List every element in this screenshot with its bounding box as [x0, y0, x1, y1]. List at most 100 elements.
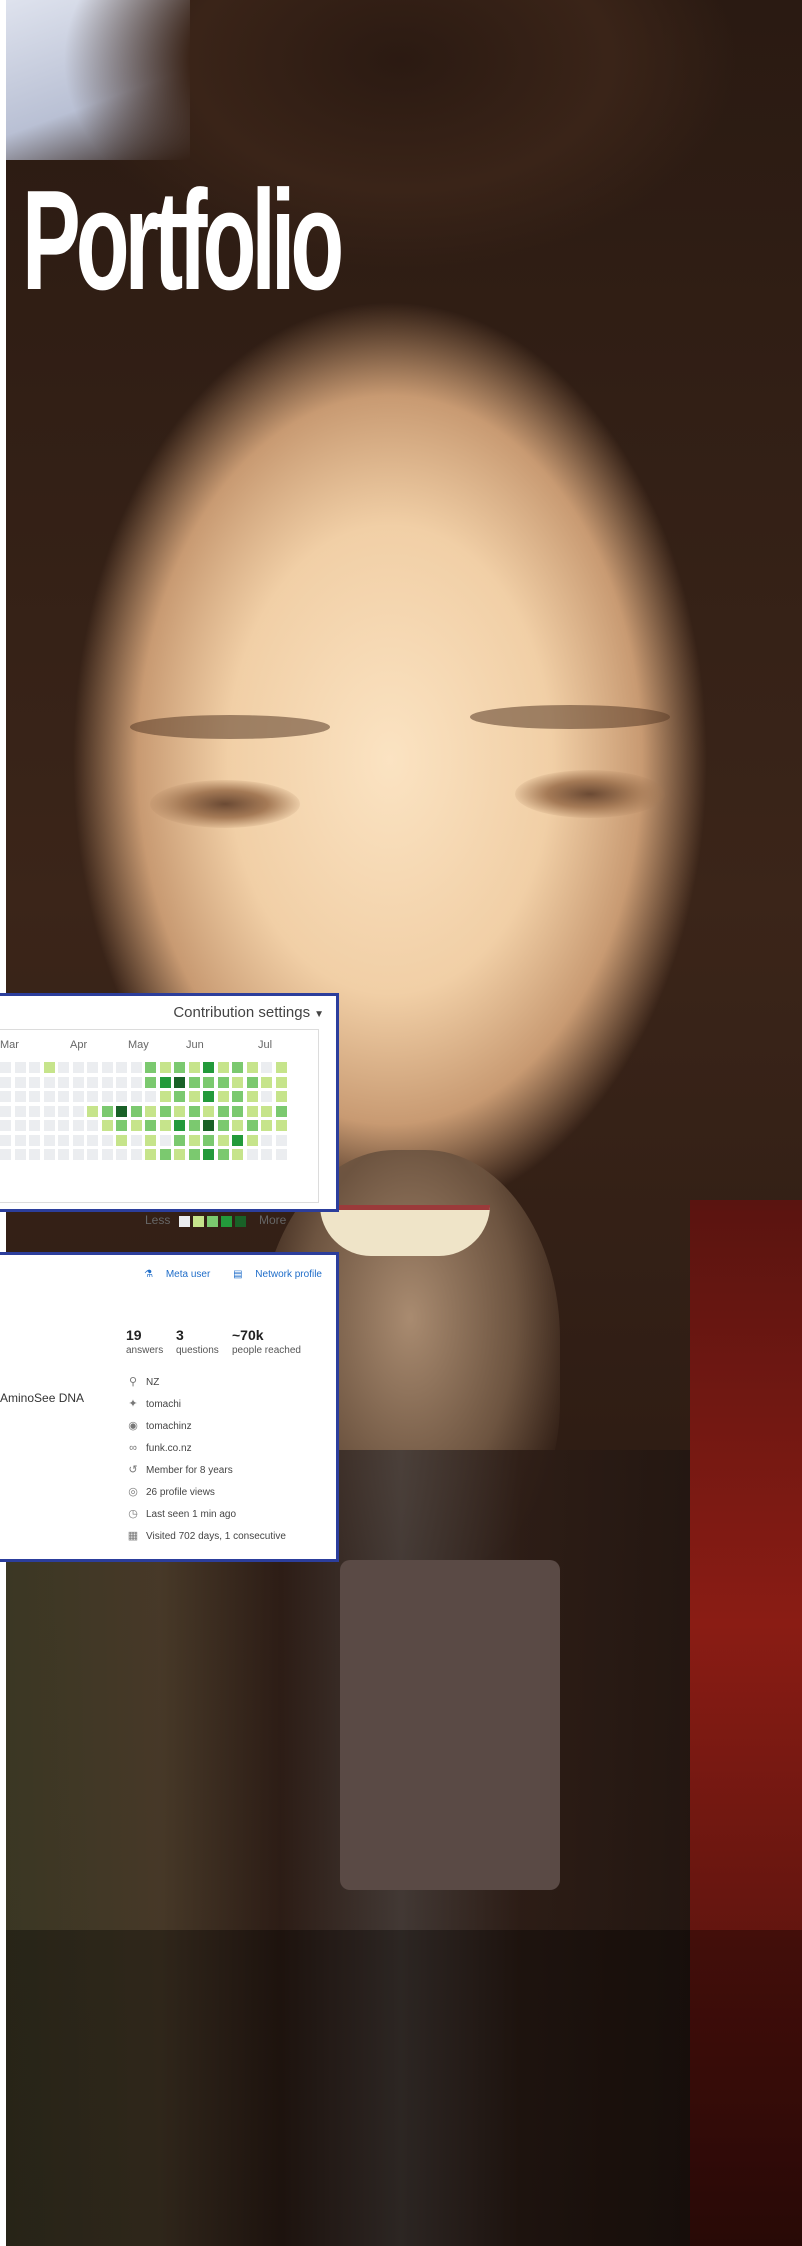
contribution-day-cell[interactable]: [29, 1091, 40, 1102]
contribution-day-cell[interactable]: [87, 1149, 98, 1160]
contribution-day-cell[interactable]: [188, 1062, 200, 1073]
contribution-day-cell[interactable]: [14, 1091, 26, 1102]
contribution-day-cell[interactable]: [0, 1091, 11, 1102]
contribution-day-cell[interactable]: [232, 1076, 243, 1088]
contribution-day-cell[interactable]: [261, 1076, 272, 1088]
contribution-day-cell[interactable]: [0, 1076, 11, 1088]
contribution-day-cell[interactable]: [174, 1062, 185, 1073]
meta-user-link[interactable]: ⚗ Meta user: [134, 1269, 210, 1280]
contribution-day-cell[interactable]: [58, 1149, 69, 1160]
contribution-day-cell[interactable]: [87, 1120, 98, 1131]
contribution-day-cell[interactable]: [246, 1105, 258, 1117]
contribution-day-cell[interactable]: [43, 1120, 55, 1131]
contribution-day-cell[interactable]: [275, 1076, 287, 1088]
detail-website[interactable]: ∞ funk.co.nz: [126, 1441, 192, 1455]
contribution-day-cell[interactable]: [275, 1149, 287, 1160]
contribution-day-cell[interactable]: [0, 1062, 11, 1073]
contribution-day-cell[interactable]: [130, 1134, 142, 1146]
contribution-day-cell[interactable]: [87, 1076, 98, 1088]
contribution-day-cell[interactable]: [145, 1091, 156, 1102]
contribution-day-cell[interactable]: [232, 1134, 243, 1146]
contribution-day-cell[interactable]: [275, 1091, 287, 1102]
contribution-day-cell[interactable]: [87, 1062, 98, 1073]
contribution-day-cell[interactable]: [72, 1134, 84, 1146]
network-profile-link[interactable]: ▤ Network profile: [223, 1269, 322, 1280]
contribution-day-cell[interactable]: [116, 1105, 127, 1117]
contribution-day-cell[interactable]: [232, 1149, 243, 1160]
contribution-day-cell[interactable]: [217, 1062, 229, 1073]
contribution-day-cell[interactable]: [116, 1091, 127, 1102]
contribution-day-cell[interactable]: [145, 1105, 156, 1117]
contribution-day-cell[interactable]: [130, 1076, 142, 1088]
contribution-day-cell[interactable]: [58, 1105, 69, 1117]
contribution-day-cell[interactable]: [246, 1134, 258, 1146]
contribution-day-cell[interactable]: [145, 1120, 156, 1131]
contribution-day-cell[interactable]: [72, 1091, 84, 1102]
contribution-day-cell[interactable]: [145, 1076, 156, 1088]
contribution-day-cell[interactable]: [188, 1076, 200, 1088]
contribution-day-cell[interactable]: [43, 1062, 55, 1073]
contribution-day-cell[interactable]: [0, 1105, 11, 1117]
contribution-day-cell[interactable]: [203, 1120, 214, 1131]
contribution-day-cell[interactable]: [145, 1149, 156, 1160]
contribution-day-cell[interactable]: [145, 1062, 156, 1073]
contribution-day-cell[interactable]: [246, 1120, 258, 1131]
contribution-day-cell[interactable]: [58, 1091, 69, 1102]
contribution-day-cell[interactable]: [261, 1091, 272, 1102]
contribution-day-cell[interactable]: [188, 1134, 200, 1146]
contribution-day-cell[interactable]: [261, 1149, 272, 1160]
contribution-day-cell[interactable]: [174, 1149, 185, 1160]
contribution-day-cell[interactable]: [87, 1105, 98, 1117]
contribution-day-cell[interactable]: [43, 1091, 55, 1102]
contribution-day-cell[interactable]: [130, 1062, 142, 1073]
contribution-day-cell[interactable]: [14, 1149, 26, 1160]
contribution-day-cell[interactable]: [116, 1134, 127, 1146]
contribution-day-cell[interactable]: [261, 1062, 272, 1073]
contribution-day-cell[interactable]: [101, 1076, 113, 1088]
contribution-day-cell[interactable]: [174, 1134, 185, 1146]
contribution-day-cell[interactable]: [116, 1076, 127, 1088]
contribution-day-cell[interactable]: [159, 1076, 171, 1088]
contribution-day-cell[interactable]: [232, 1120, 243, 1131]
contribution-day-cell[interactable]: [188, 1149, 200, 1160]
contribution-day-cell[interactable]: [101, 1149, 113, 1160]
contribution-day-cell[interactable]: [14, 1062, 26, 1073]
contribution-day-cell[interactable]: [72, 1105, 84, 1117]
contribution-day-cell[interactable]: [203, 1076, 214, 1088]
contribution-day-cell[interactable]: [246, 1062, 258, 1073]
contribution-day-cell[interactable]: [159, 1091, 171, 1102]
contribution-day-cell[interactable]: [0, 1120, 11, 1131]
contribution-day-cell[interactable]: [246, 1091, 258, 1102]
contribution-day-cell[interactable]: [174, 1091, 185, 1102]
contribution-day-cell[interactable]: [43, 1149, 55, 1160]
contribution-day-cell[interactable]: [217, 1149, 229, 1160]
contribution-day-cell[interactable]: [203, 1149, 214, 1160]
contribution-day-cell[interactable]: [29, 1076, 40, 1088]
contribution-day-cell[interactable]: [203, 1062, 214, 1073]
contribution-day-cell[interactable]: [203, 1091, 214, 1102]
contribution-day-cell[interactable]: [217, 1134, 229, 1146]
detail-github[interactable]: ◉ tomachinz: [126, 1419, 191, 1433]
contribution-day-cell[interactable]: [72, 1120, 84, 1131]
contribution-day-cell[interactable]: [130, 1120, 142, 1131]
contribution-day-cell[interactable]: [217, 1105, 229, 1117]
contribution-day-cell[interactable]: [58, 1062, 69, 1073]
contribution-day-cell[interactable]: [174, 1105, 185, 1117]
contribution-day-cell[interactable]: [159, 1134, 171, 1146]
contribution-day-cell[interactable]: [159, 1149, 171, 1160]
contribution-day-cell[interactable]: [159, 1105, 171, 1117]
contribution-day-cell[interactable]: [29, 1149, 40, 1160]
contribution-day-cell[interactable]: [29, 1062, 40, 1073]
contribution-day-cell[interactable]: [101, 1134, 113, 1146]
contribution-day-cell[interactable]: [188, 1091, 200, 1102]
contribution-day-cell[interactable]: [159, 1062, 171, 1073]
contribution-day-cell[interactable]: [217, 1091, 229, 1102]
contribution-day-cell[interactable]: [14, 1076, 26, 1088]
contribution-settings-dropdown[interactable]: Contribution settings ▼: [173, 1004, 324, 1021]
contribution-day-cell[interactable]: [145, 1134, 156, 1146]
contribution-day-cell[interactable]: [29, 1120, 40, 1131]
contribution-day-cell[interactable]: [130, 1105, 142, 1117]
contribution-day-cell[interactable]: [0, 1149, 11, 1160]
contribution-day-cell[interactable]: [101, 1091, 113, 1102]
contribution-day-cell[interactable]: [101, 1105, 113, 1117]
